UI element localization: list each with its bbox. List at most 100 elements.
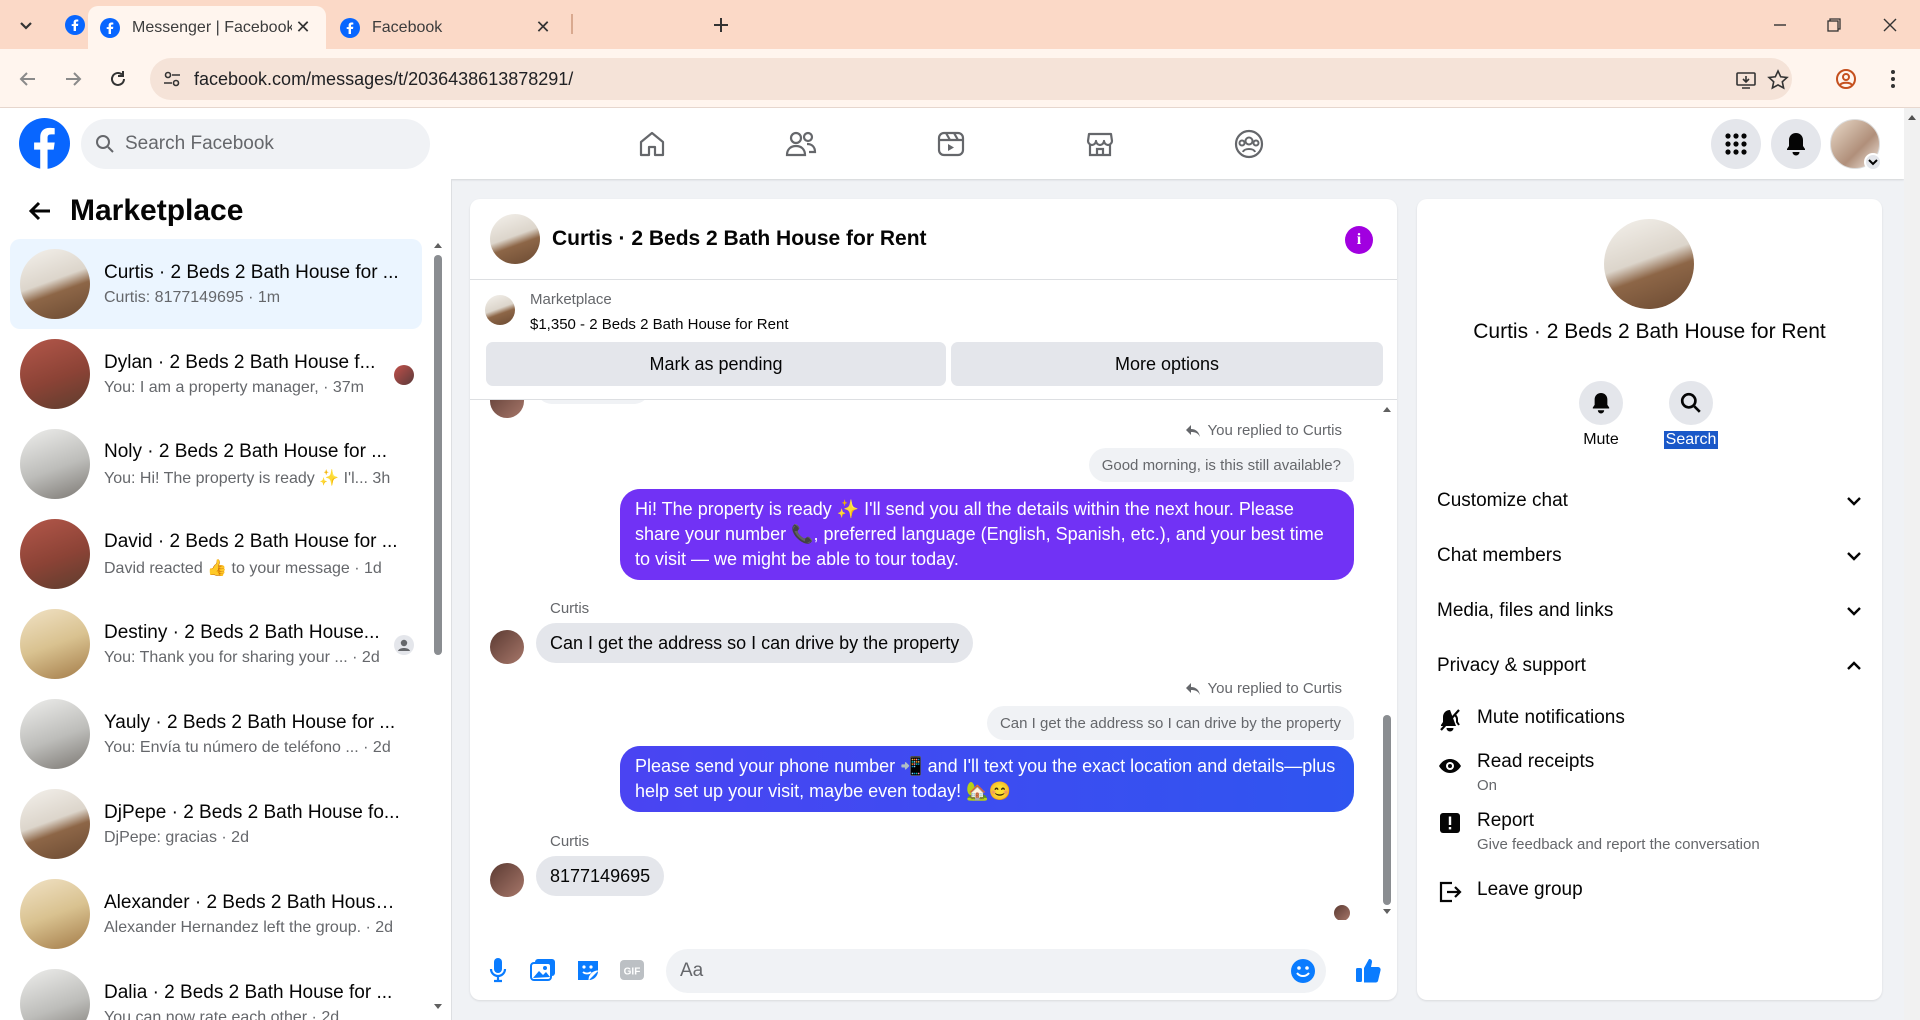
message-avatar[interactable] xyxy=(490,863,524,897)
message-input-wrap[interactable] xyxy=(666,949,1326,993)
conversation-avatar[interactable] xyxy=(490,214,540,264)
chevron-down-icon xyxy=(1847,497,1861,506)
section-privacy-support[interactable]: Privacy & support xyxy=(1437,646,1862,686)
search-icon[interactable] xyxy=(1669,381,1713,425)
reply-arrow-icon xyxy=(1186,424,1201,437)
report-item[interactable]: Report Give feedback and report the conve… xyxy=(1437,810,1862,853)
bookmark-star-icon[interactable] xyxy=(1766,68,1790,92)
microphone-icon[interactable] xyxy=(484,956,512,984)
chat-list-item[interactable]: Noly · 2 Beds 2 Bath House for ... You: H… xyxy=(10,419,422,509)
nav-video[interactable] xyxy=(876,108,1026,179)
scrollbar-thumb[interactable] xyxy=(1383,715,1391,905)
listing-price-title[interactable]: $1,350 - 2 Beds 2 Bath House for Rent xyxy=(530,316,789,333)
search-action[interactable]: Search xyxy=(1656,381,1726,449)
mute-label: Mute xyxy=(1583,431,1619,448)
scroll-down-icon[interactable] xyxy=(1382,908,1392,916)
profile-button[interactable] xyxy=(1830,63,1862,95)
tab-messenger[interactable]: Messenger | Facebook ✕ xyxy=(88,6,326,49)
plus-icon xyxy=(714,18,728,32)
more-options-button[interactable]: More options xyxy=(951,342,1383,386)
chat-list-item[interactable]: DjPepe · 2 Beds 2 Bath House fo... DjPepe… xyxy=(10,779,422,869)
new-tab-button[interactable] xyxy=(706,10,736,40)
thread-scrollbar[interactable] xyxy=(1380,400,1394,920)
chat-text: Destiny · 2 Beds 2 Bath House... You: Tha… xyxy=(104,622,400,667)
message-composer: GIF xyxy=(470,940,1397,1000)
reply-quote[interactable]: Good morning, is this still available? xyxy=(1088,448,1354,482)
mute-notifications-item[interactable]: Mute notifications xyxy=(1437,707,1862,733)
section-customize-chat[interactable]: Customize chat xyxy=(1437,481,1862,521)
listing-thumbnail[interactable] xyxy=(485,295,515,325)
nav-home[interactable] xyxy=(577,108,727,179)
chat-list-item[interactable]: Yauly · 2 Beds 2 Bath House for ... You: … xyxy=(10,689,422,779)
reply-quote[interactable]: Can I get the address so I can drive by … xyxy=(986,706,1354,740)
close-icon[interactable]: ✕ xyxy=(532,17,554,39)
scroll-up-icon[interactable] xyxy=(1907,113,1917,121)
site-info-icon[interactable] xyxy=(150,70,194,88)
nav-marketplace[interactable] xyxy=(1025,108,1175,179)
address-bar[interactable]: facebook.com/messages/t/2036438613878291… xyxy=(150,58,1792,100)
facebook-header xyxy=(0,108,1904,179)
scroll-up-icon[interactable] xyxy=(433,241,443,249)
chat-list-item[interactable]: Dylan · 2 Beds 2 Bath House f... You: I a… xyxy=(10,329,422,419)
facebook-favicon-icon xyxy=(65,15,85,35)
install-app-icon[interactable] xyxy=(1734,68,1758,92)
account-chevron-icon[interactable] xyxy=(1864,153,1882,171)
emoji-icon[interactable] xyxy=(1290,958,1316,984)
outgoing-message[interactable]: Please send your phone number 📲 and I'll… xyxy=(620,746,1354,812)
incoming-message[interactable]: 8177149695 xyxy=(536,856,665,896)
section-chat-members[interactable]: Chat members xyxy=(1437,536,1862,576)
tab-facebook[interactable]: Facebook ✕ xyxy=(328,6,566,49)
scrollbar-thumb[interactable] xyxy=(434,255,442,655)
read-receipts-item[interactable]: Read receipts On xyxy=(1437,751,1862,794)
facebook-logo-icon[interactable] xyxy=(19,118,70,169)
chat-preview: You can now rate each other · 2d xyxy=(104,1008,340,1020)
chat-list-item[interactable]: David · 2 Beds 2 Bath House for ... David… xyxy=(10,509,422,599)
mark-as-pending-button[interactable]: Mark as pending xyxy=(486,342,946,386)
reload-button[interactable] xyxy=(102,63,134,95)
url-text: facebook.com/messages/t/2036438613878291… xyxy=(194,68,574,89)
back-button[interactable] xyxy=(12,63,44,95)
message-input[interactable] xyxy=(680,960,1260,982)
info-icon[interactable]: i xyxy=(1345,226,1373,254)
conversation-title[interactable]: Curtis · 2 Beds 2 Bath House for Rent xyxy=(552,227,927,251)
tab-search-button[interactable] xyxy=(11,10,41,40)
incoming-message[interactable]: Can I get the address so I can drive by … xyxy=(536,623,974,663)
scroll-down-icon[interactable] xyxy=(433,1003,443,1011)
leave-group-item[interactable]: Leave group xyxy=(1437,879,1862,905)
chat-list-item[interactable]: Dalia · 2 Beds 2 Bath House for ... You c… xyxy=(10,959,422,1020)
chat-text: Yauly · 2 Beds 2 Bath House for ... You: … xyxy=(104,712,400,757)
photo-icon[interactable] xyxy=(529,956,557,984)
scroll-up-icon[interactable] xyxy=(1382,405,1392,413)
page-scrollbar[interactable] xyxy=(1904,108,1920,1020)
sticker-icon[interactable] xyxy=(574,956,602,984)
chat-list-item[interactable]: Destiny · 2 Beds 2 Bath House... You: Tha… xyxy=(10,599,422,689)
nav-groups[interactable] xyxy=(1174,108,1324,179)
like-thumb-icon[interactable] xyxy=(1354,956,1382,984)
facebook-search[interactable] xyxy=(81,119,430,169)
restore-button[interactable] xyxy=(1804,0,1864,49)
back-button[interactable] xyxy=(24,195,56,227)
nav-friends[interactable] xyxy=(726,108,876,179)
pinned-facebook-tab[interactable] xyxy=(60,10,90,40)
minimize-button[interactable] xyxy=(1750,0,1810,49)
chat-text: Curtis · 2 Beds 2 Bath House for ... Curt… xyxy=(104,262,400,307)
window-close-button[interactable] xyxy=(1860,0,1920,49)
section-media-files-links[interactable]: Media, files and links xyxy=(1437,591,1862,631)
bell-icon[interactable] xyxy=(1579,381,1623,425)
reply-label: You replied to Curtis xyxy=(1185,680,1342,697)
gif-icon[interactable]: GIF xyxy=(618,956,646,984)
browser-menu-button[interactable] xyxy=(1877,63,1909,95)
chat-list: Curtis · 2 Beds 2 Bath House for ... Curt… xyxy=(10,239,422,1020)
search-input[interactable] xyxy=(125,133,405,155)
outgoing-message[interactable]: Hi! The property is ready ✨ I'll send yo… xyxy=(620,489,1354,580)
chat-avatar[interactable] xyxy=(1604,219,1694,309)
menu-button[interactable] xyxy=(1711,119,1761,169)
chat-list-item[interactable]: Curtis · 2 Beds 2 Bath House for ... Curt… xyxy=(10,239,422,329)
chat-list-scrollbar[interactable] xyxy=(432,241,444,1011)
message-avatar[interactable] xyxy=(490,630,524,664)
notifications-button[interactable] xyxy=(1771,119,1821,169)
close-icon[interactable]: ✕ xyxy=(292,17,314,39)
chat-list-item[interactable]: Alexander · 2 Beds 2 Bath House... Alexan… xyxy=(10,869,422,959)
mute-action[interactable]: Mute xyxy=(1566,381,1636,449)
forward-button[interactable] xyxy=(57,63,89,95)
